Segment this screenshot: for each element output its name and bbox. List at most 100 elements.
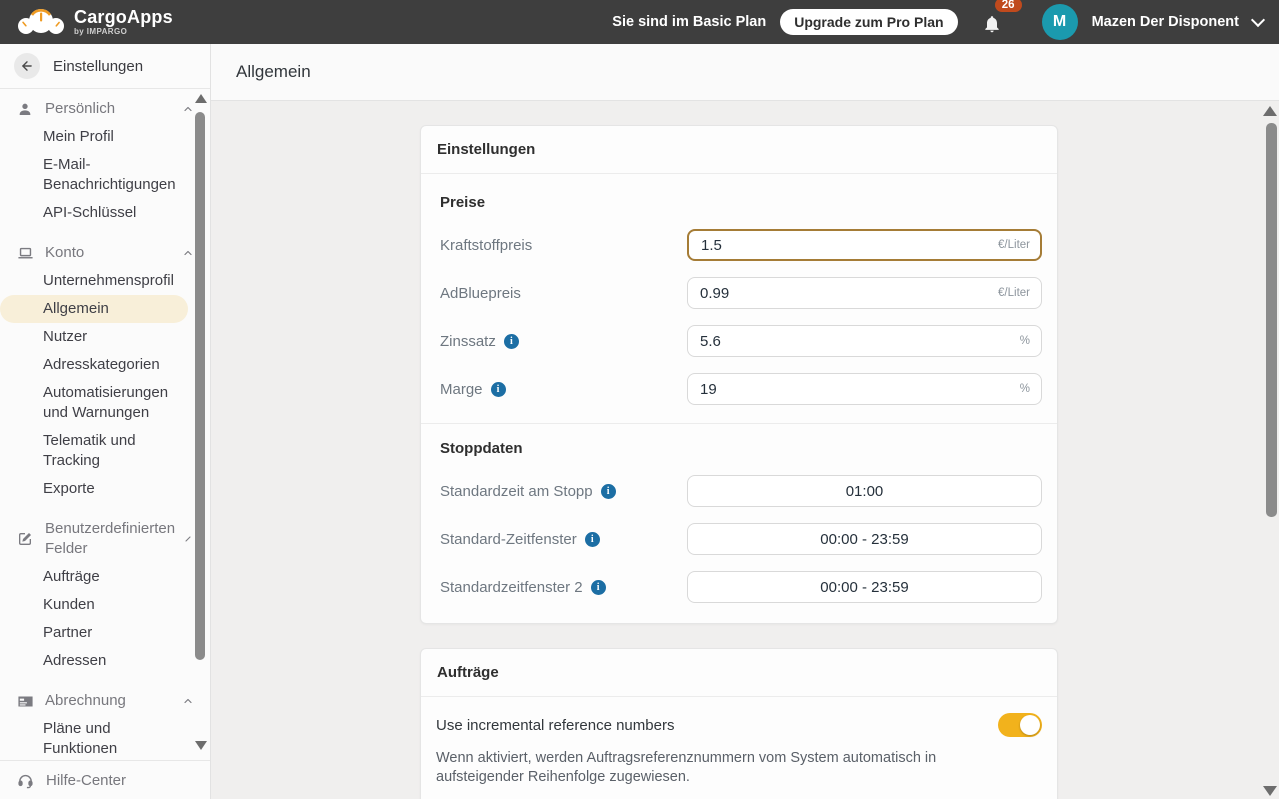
sidebar-section-label: Persönlich [45, 100, 116, 117]
sidebar-item-unternehmensprofil[interactable]: Unternehmensprofil [0, 267, 190, 295]
zinssatz-input[interactable] [687, 325, 1042, 357]
notifications-button[interactable]: 26 [976, 0, 1022, 39]
sidebar-section-label: Abrechnung [45, 692, 126, 709]
info-icon[interactable]: i [584, 531, 600, 547]
sidebar-item-api-schl-ssel[interactable]: API-Schlüssel [0, 199, 190, 227]
page-header: Allgemein [211, 44, 1279, 101]
info-icon[interactable]: i [503, 333, 519, 349]
sidebar-section-label: Konto [45, 244, 85, 261]
sidebar-item-telematik-und-tracking[interactable]: Telematik und Tracking [0, 427, 190, 475]
sidebar-item-nutzer[interactable]: Nutzer [0, 323, 190, 351]
sidebar-item-hilfe-center[interactable]: Hilfe-Center [0, 760, 210, 799]
form-row-standardzeit-am-stopp: Standardzeit am Stopp i [436, 475, 1042, 507]
main-scrollbar-thumb[interactable] [1266, 123, 1277, 517]
sidebar-item-e-mail-benachrichtigungen[interactable]: E-Mail-Benachrichtigungen [0, 151, 190, 199]
form-row-standard-zeitfenster: Standard-Zeitfenster i [436, 523, 1042, 555]
sidebar-nav: Persönlich Mein Profil E-Mail-Benachrichti… [0, 89, 210, 760]
back-button[interactable] [14, 53, 40, 79]
chevron-up-icon [182, 103, 194, 115]
content-area: Einstellungen Preise Kraftstoffpreis€/Lit… [211, 101, 1279, 799]
incremental-reference-toggle[interactable] [998, 713, 1042, 737]
field-label-kraftstoffpreis: Kraftstoffpreis [440, 236, 533, 254]
settings-card: Einstellungen Preise Kraftstoffpreis€/Lit… [420, 125, 1058, 624]
brand-logo: CargoApps by IMPARGO [16, 6, 173, 38]
sidebar-item-exporte[interactable]: Exporte [0, 475, 190, 503]
edit-icon [16, 531, 34, 547]
sidebar-section-header-abrechnung[interactable]: Abrechnung [0, 687, 210, 715]
section-heading-preise: Preise [440, 194, 486, 211]
standardzeitfenster-2-input[interactable] [687, 571, 1042, 603]
form-row-adbluepreis: AdBluepreis€/Liter [436, 277, 1042, 309]
sidebar-section-pers-nlich: Persönlich Mein Profil E-Mail-Benachrichti… [0, 95, 210, 227]
sidebar-section-label: Benutzerdefinierten Felder [45, 520, 176, 557]
headset-icon [17, 772, 34, 789]
section-heading-stoppdaten: Stoppdaten [440, 440, 523, 457]
form-row-kraftstoffpreis: Kraftstoffpreis€/Liter [436, 229, 1042, 261]
form-row-zinssatz: Zinssatzi% [436, 325, 1042, 357]
sidebar-item-adresskategorien[interactable]: Adresskategorien [0, 351, 190, 379]
adbluepreis-input[interactable] [687, 277, 1042, 309]
brand-name: CargoApps [74, 7, 173, 27]
plan-status-text: Sie sind im Basic Plan [612, 14, 767, 30]
field-label-standardzeitfenster-2: Standardzeitfenster 2 [440, 578, 583, 596]
info-icon[interactable]: i [590, 579, 606, 595]
marge-input[interactable] [687, 373, 1042, 405]
field-label-adbluepreis: AdBluepreis [440, 284, 521, 302]
field-label-standard-zeitfenster: Standard-Zeitfenster [440, 530, 577, 548]
chevron-up-icon [182, 695, 194, 707]
sidebar-item-automatisierungen-und-warnungen[interactable]: Automatisierungen und Warnungen [0, 379, 190, 427]
sidebar-item-pl-ne-und-funktionen[interactable]: Pläne und Funktionen [0, 715, 190, 760]
info-icon[interactable]: i [490, 381, 506, 397]
toggle-knob [1020, 715, 1040, 735]
billing-card-icon [16, 693, 34, 710]
sidebar-scrollbar-thumb[interactable] [195, 112, 205, 660]
incremental-reference-label: Use incremental reference numbers [436, 716, 675, 734]
avatar[interactable]: M [1041, 4, 1078, 40]
sidebar-item-auftr-ge[interactable]: Aufträge [0, 563, 190, 591]
upgrade-button[interactable]: Upgrade zum Pro Plan [780, 9, 958, 35]
incremental-reference-description: Wenn aktiviert, werden Auftragsreferenzn… [436, 750, 937, 785]
sidebar-scroll-down-arrow[interactable] [195, 741, 207, 750]
sidebar-section-abrechnung: Abrechnung Pläne und Funktionen [0, 687, 210, 760]
orders-card-title: Aufträge [437, 664, 499, 681]
sidebar-section-header-benutzerdefinierten-felder[interactable]: Benutzerdefinierten Felder [0, 515, 210, 563]
laptop-icon [16, 245, 34, 262]
sidebar-title: Einstellungen [53, 57, 144, 75]
notification-badge: 26 [994, 0, 1022, 12]
sidebar-scroll-up-arrow[interactable] [195, 94, 207, 103]
standardzeit-am-stopp-input[interactable] [687, 475, 1042, 507]
sidebar-item-partner[interactable]: Partner [0, 619, 190, 647]
main-scroll-up-arrow[interactable] [1263, 106, 1277, 116]
info-icon[interactable]: i [600, 483, 616, 499]
kraftstoffpreis-input[interactable] [687, 229, 1042, 261]
page-title: Allgemein [236, 62, 311, 81]
user-name[interactable]: Mazen Der Disponent [1092, 14, 1239, 30]
chevron-down-icon[interactable] [1250, 12, 1266, 28]
chevron-diagonal-icon [182, 533, 194, 545]
sidebar-section-header-pers-nlich[interactable]: Persönlich [0, 95, 210, 123]
sidebar-item-mein-profil[interactable]: Mein Profil [0, 123, 190, 151]
topbar: CargoApps by IMPARGO Sie sind im Basic P… [0, 0, 1279, 44]
field-label-marge: Marge [440, 380, 483, 398]
field-label-zinssatz: Zinssatz [440, 332, 496, 350]
form-row-marge: Margei% [436, 373, 1042, 405]
section-divider [421, 423, 1057, 424]
person-icon [16, 101, 34, 117]
main-scroll-down-arrow[interactable] [1263, 786, 1277, 796]
sidebar-item-kunden[interactable]: Kunden [0, 591, 190, 619]
sidebar-section-konto: Konto Unternehmensprofil Allgemein Nutzer Ad… [0, 239, 210, 503]
sidebar-item-allgemein[interactable]: Allgemein [0, 295, 188, 323]
bell-icon [982, 14, 1002, 39]
sidebar-section-header-konto[interactable]: Konto [0, 239, 210, 267]
sidebar-section-benutzerdefinierten-felder: Benutzerdefinierten Felder Aufträge Kunden… [0, 515, 210, 675]
gauges-logo-icon [16, 6, 66, 38]
standard-zeitfenster-input[interactable] [687, 523, 1042, 555]
sidebar: Einstellungen Persönlich Mein Profil E-Mai… [0, 44, 211, 799]
settings-card-title: Einstellungen [437, 141, 536, 158]
orders-card: Aufträge Use incremental reference numbe… [420, 648, 1058, 799]
field-label-standardzeit-am-stopp: Standardzeit am Stopp [440, 482, 593, 500]
form-row-standardzeitfenster-2: Standardzeitfenster 2 i [436, 571, 1042, 603]
sidebar-item-adressen[interactable]: Adressen [0, 647, 190, 675]
main-area: Allgemein Einstellungen Preise Kraftstoff… [211, 44, 1279, 799]
sidebar-footer-label: Hilfe-Center [46, 771, 127, 789]
